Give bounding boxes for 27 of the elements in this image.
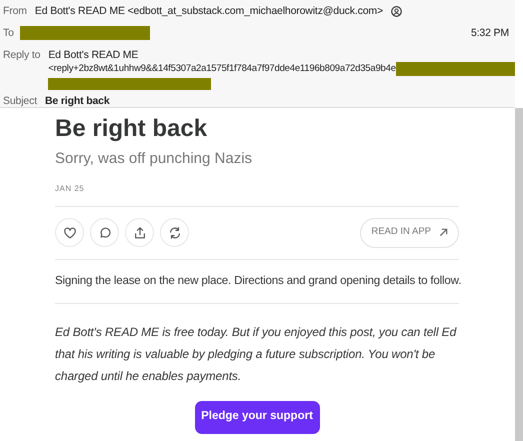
comment-icon <box>98 226 112 240</box>
reply-to-name: Ed Bott's READ ME <box>48 48 140 62</box>
reply-to-address: <reply+2bz8wt&1uhhw9&&14f5307a2a1575f1f784a7f97dde4e1196b809a72d35a9b4e <box>48 62 396 76</box>
sender-address: Ed Bott's READ ME <edbott_at_substack.com_michaelhorowitz@duck.com> <box>34 4 384 18</box>
like-button[interactable] <box>55 218 84 247</box>
scrollbar[interactable] <box>515 108 523 441</box>
comment-button[interactable] <box>90 218 119 247</box>
post-body: Signing the lease on the new place. Directions and grand opening details to follow. <box>55 272 459 288</box>
post-title: Be right back <box>55 114 208 144</box>
from-label: From <box>3 4 27 18</box>
subject-text: Be right back <box>44 94 110 107</box>
post-subtitle: Sorry, was off punching Nazis <box>55 149 254 169</box>
restack-icon <box>168 226 182 240</box>
received-time: 5:32 PM <box>470 26 509 40</box>
subscription-note: Ed Bott's READ ME is free today. But if you enjoyed this post, you can tell Ed that his writing is valuable by pledging a future subscription. You won't be charged until he enables payments. <box>55 324 458 384</box>
pledge-button[interactable]: Pledge your support <box>194 400 320 434</box>
external-arrow-icon <box>439 228 448 237</box>
post-date: JAN 25 <box>55 182 86 194</box>
share-button[interactable] <box>125 218 154 247</box>
share-icon <box>132 226 146 240</box>
to-label: To <box>3 26 14 40</box>
contact-icon[interactable] <box>391 6 402 16</box>
subject-label: Subject <box>3 94 37 107</box>
read-in-app-button[interactable]: READ IN APP <box>360 218 459 248</box>
like-icon <box>62 226 76 240</box>
restack-button[interactable] <box>160 218 189 247</box>
reply-to-label: Reply to <box>3 48 40 63</box>
